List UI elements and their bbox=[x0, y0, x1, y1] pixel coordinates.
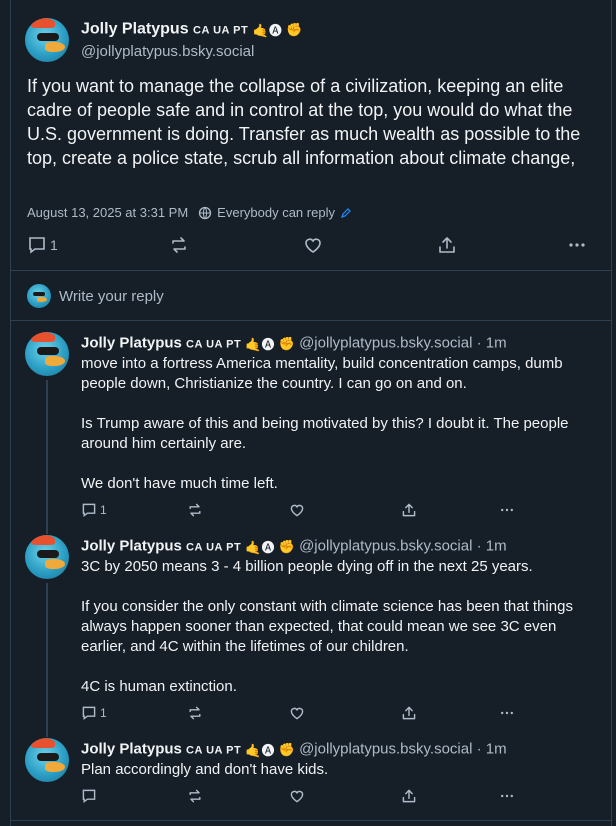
reply-header: Jolly Platypus CA UA PT 🤙🅐 ✊ @jollyplaty… bbox=[81, 334, 507, 353]
more-icon bbox=[499, 788, 515, 804]
author-name[interactable]: Jolly Platypus bbox=[81, 334, 182, 351]
hands-emoji-icon: 🤙🅐 bbox=[245, 337, 275, 352]
reply-paragraph: 4C is human extinction. bbox=[81, 678, 237, 695]
repost-button[interactable] bbox=[187, 502, 203, 518]
share-button[interactable] bbox=[401, 788, 417, 804]
hands-emoji-icon: 🤙🅐 bbox=[245, 540, 275, 555]
divider bbox=[11, 820, 611, 821]
author-flags: CA UA PT bbox=[186, 744, 242, 757]
like-icon bbox=[289, 705, 305, 721]
reply-avatar[interactable] bbox=[25, 332, 69, 376]
reply-time[interactable]: · 1m bbox=[477, 334, 507, 351]
repost-button[interactable] bbox=[187, 788, 203, 804]
like-icon bbox=[289, 502, 305, 518]
reply-header: Jolly Platypus CA UA PT 🤙🅐 ✊ @jollyplaty… bbox=[81, 740, 507, 759]
reply-icon bbox=[27, 235, 47, 255]
repost-icon bbox=[169, 235, 189, 255]
hands-emoji-icon: 🤙🅐 bbox=[245, 743, 275, 758]
more-icon bbox=[499, 705, 515, 721]
like-button[interactable] bbox=[289, 788, 305, 804]
more-icon bbox=[499, 502, 515, 518]
reply-text: Plan accordingly and don't have kids. bbox=[81, 760, 601, 780]
like-button[interactable] bbox=[303, 235, 323, 255]
reply-count: 1 bbox=[100, 503, 107, 517]
more-options-button[interactable] bbox=[499, 705, 515, 721]
author-name[interactable]: Jolly Platypus bbox=[81, 21, 189, 38]
repost-icon bbox=[187, 502, 203, 518]
reply-paragraph: If you consider the only constant with c… bbox=[81, 598, 573, 655]
post-timestamp[interactable]: August 13, 2025 at 3:31 PM bbox=[27, 205, 188, 220]
globe-icon bbox=[198, 206, 212, 220]
reply-time[interactable]: · 1m bbox=[477, 740, 507, 757]
raised-fist-icon: ✊ bbox=[278, 741, 295, 757]
reply-icon bbox=[81, 502, 97, 518]
reply-count: 1 bbox=[100, 706, 107, 720]
share-icon bbox=[401, 705, 417, 721]
repost-button[interactable] bbox=[187, 705, 203, 721]
reply-button[interactable]: 1 bbox=[27, 235, 58, 255]
reply-avatar[interactable] bbox=[25, 738, 69, 782]
divider bbox=[11, 320, 611, 321]
repost-button[interactable] bbox=[169, 235, 189, 255]
reply-avatar[interactable] bbox=[25, 535, 69, 579]
author-name[interactable]: Jolly Platypus bbox=[81, 740, 182, 757]
raised-fist-icon: ✊ bbox=[278, 335, 295, 351]
share-icon bbox=[401, 502, 417, 518]
post-meta: August 13, 2025 at 3:31 PM Everybody can… bbox=[27, 205, 352, 220]
share-icon bbox=[401, 788, 417, 804]
like-button[interactable] bbox=[289, 502, 305, 518]
reply-composer[interactable]: Write your reply bbox=[11, 271, 611, 320]
raised-fist-icon: ✊ bbox=[278, 538, 295, 554]
author-avatar[interactable] bbox=[25, 18, 69, 62]
author-handle[interactable]: @jollyplatypus.bsky.social bbox=[299, 740, 472, 757]
more-options-button[interactable] bbox=[499, 502, 515, 518]
share-button[interactable] bbox=[437, 235, 457, 255]
reply-paragraph: 3C by 2050 means 3 - 4 billion people dy… bbox=[81, 558, 533, 575]
reply-icon bbox=[81, 705, 97, 721]
thread-line bbox=[46, 510, 48, 534]
like-button[interactable] bbox=[289, 705, 305, 721]
author-flags: CA UA PT bbox=[186, 541, 242, 554]
author-handle[interactable]: @jollyplatypus.bsky.social bbox=[299, 334, 472, 351]
author-flags: CA UA PT bbox=[193, 24, 249, 37]
reply-time[interactable]: · 1m bbox=[477, 537, 507, 554]
reply-paragraph: move into a fortress America mentality, … bbox=[81, 355, 563, 392]
share-button[interactable] bbox=[401, 502, 417, 518]
share-button[interactable] bbox=[401, 705, 417, 721]
repost-icon bbox=[187, 788, 203, 804]
more-options-button[interactable] bbox=[499, 788, 515, 804]
reply-placeholder[interactable]: Write your reply bbox=[59, 288, 164, 305]
thread-line bbox=[46, 713, 48, 737]
reply-paragraph: Plan accordingly and don't have kids. bbox=[81, 761, 329, 778]
thread-line bbox=[46, 380, 48, 530]
reply-button[interactable]: 1 bbox=[81, 502, 107, 518]
reply-text: 3C by 2050 means 3 - 4 billion people dy… bbox=[81, 557, 601, 697]
author-flags: CA UA PT bbox=[186, 338, 242, 351]
repost-icon bbox=[187, 705, 203, 721]
reply-count: 1 bbox=[50, 237, 58, 253]
thread-view: Jolly Platypus CA UA PT 🤙🅐 ✊ @jollyplaty… bbox=[10, 0, 612, 826]
user-avatar bbox=[27, 284, 51, 308]
author-handle[interactable]: @jollyplatypus.bsky.social bbox=[81, 43, 254, 60]
reply-text: move into a fortress America mentality, … bbox=[81, 354, 601, 494]
like-icon bbox=[289, 788, 305, 804]
author-handle[interactable]: @jollyplatypus.bsky.social bbox=[299, 537, 472, 554]
reply-paragraph: We don't have much time left. bbox=[81, 475, 278, 492]
reply-header: Jolly Platypus CA UA PT 🤙🅐 ✊ @jollyplaty… bbox=[81, 537, 507, 556]
author-name[interactable]: Jolly Platypus bbox=[81, 537, 182, 554]
post-author-line: Jolly Platypus CA UA PT 🤙🅐 ✊ bbox=[81, 20, 302, 39]
reply-setting[interactable]: Everybody can reply bbox=[217, 205, 335, 220]
more-icon bbox=[567, 235, 587, 255]
more-options-button[interactable] bbox=[567, 235, 587, 255]
hands-emoji-icon: 🤙🅐 bbox=[252, 23, 282, 38]
reply-button[interactable]: 1 bbox=[81, 705, 107, 721]
pencil-icon[interactable] bbox=[340, 207, 352, 219]
reply-icon bbox=[81, 788, 97, 804]
share-icon bbox=[437, 235, 457, 255]
reply-paragraph: Is Trump aware of this and being motivat… bbox=[81, 415, 569, 452]
post-text: If you want to manage the collapse of a … bbox=[27, 76, 581, 168]
reply-button[interactable] bbox=[81, 788, 100, 804]
raised-fist-icon: ✊ bbox=[286, 21, 303, 37]
like-icon bbox=[303, 235, 323, 255]
